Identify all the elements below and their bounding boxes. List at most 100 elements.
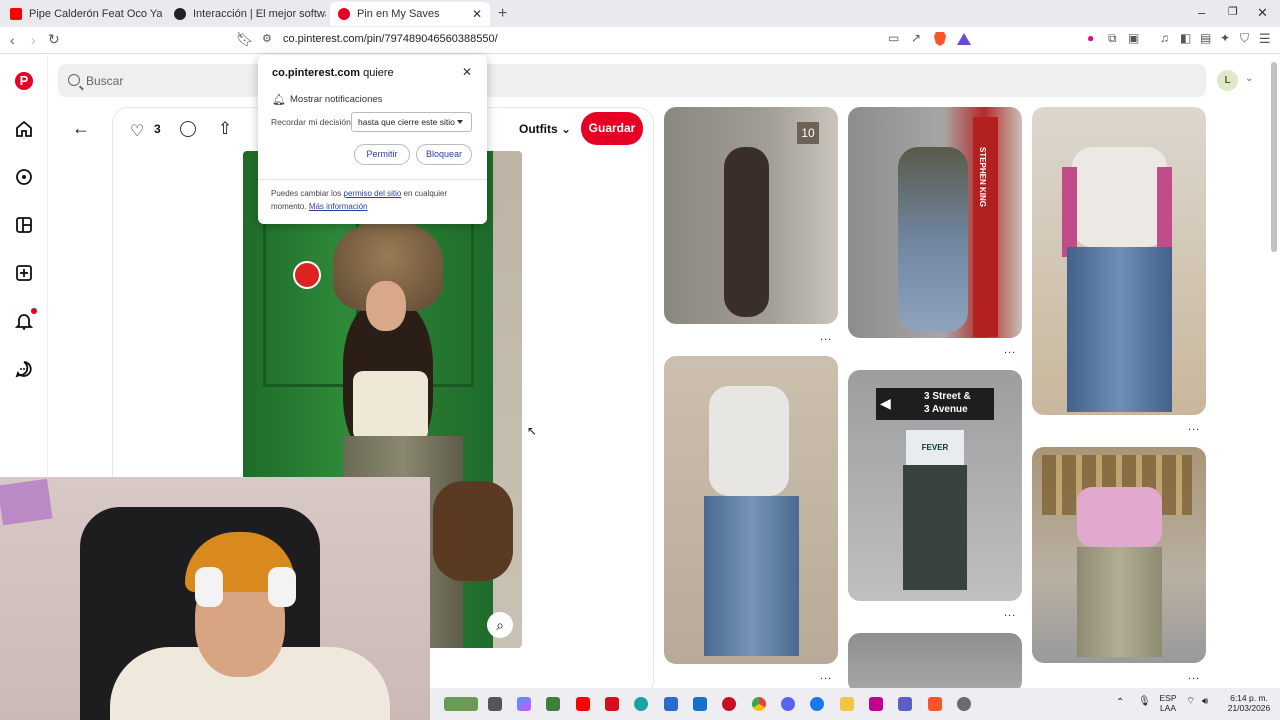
grid-pin[interactable] (848, 633, 1022, 693)
notifications-icon[interactable] (15, 312, 33, 330)
avatar[interactable]: L (1217, 70, 1238, 91)
grid-pin[interactable]: 10 (664, 107, 838, 324)
save-button[interactable]: Guardar (581, 112, 643, 145)
wallet-icon[interactable]: ▣ (1128, 31, 1139, 45)
close-icon[interactable]: ✕ (462, 65, 472, 79)
explore-icon[interactable] (15, 168, 33, 186)
sidebar-icon[interactable]: ◧ (1180, 31, 1191, 45)
close-tab-icon[interactable]: ✕ (472, 7, 482, 21)
home-icon[interactable] (15, 120, 33, 138)
settings-gear-icon[interactable] (957, 697, 971, 711)
board-selector[interactable]: Outfits ⌄ (519, 122, 571, 136)
edge-icon[interactable] (634, 697, 648, 711)
wifi-icon[interactable]: ⌔ (1186, 697, 1195, 707)
baggy-pants (903, 465, 967, 590)
grid-pin[interactable]: 3 Street & 3 Avenue ◀ FEVER (848, 370, 1022, 601)
remember-select[interactable]: hasta que cierre este sitio (351, 112, 472, 132)
pinterest-icon (338, 8, 350, 20)
site-info-icon[interactable]: ⚙ (262, 32, 272, 45)
boards-icon[interactable] (15, 216, 33, 234)
close-window-icon[interactable]: ✕ (1257, 5, 1268, 21)
more-options-icon[interactable]: ... (820, 331, 832, 343)
leo-ai-icon[interactable]: ✦ (1220, 31, 1230, 45)
more-options-icon[interactable]: ... (1188, 670, 1200, 682)
account-chevron-down-icon[interactable]: ⌄ (1245, 73, 1253, 84)
tab-interaccion[interactable]: Interacción | El mejor software p (166, 2, 326, 26)
grid-pin[interactable] (1032, 107, 1206, 415)
baggy-jeans (1067, 247, 1172, 412)
more-options-icon[interactable]: ... (1188, 421, 1200, 433)
netflix-icon[interactable] (605, 697, 619, 711)
forward-icon[interactable]: › (31, 32, 36, 48)
mail-icon[interactable] (693, 697, 707, 711)
graphic-tee (1072, 147, 1167, 247)
reload-icon[interactable]: ↻ (48, 31, 60, 48)
back-icon[interactable]: ‹ (10, 32, 15, 48)
heart-icon[interactable]: ♡ (130, 121, 144, 141)
back-arrow-icon[interactable]: ← (72, 118, 90, 139)
headphones (268, 567, 296, 607)
share-icon[interactable]: ⇧ (218, 119, 232, 139)
grid-pin[interactable] (1032, 447, 1206, 663)
facebook-icon[interactable] (810, 697, 824, 711)
bookmark-icon[interactable]: 🔖︎ (236, 31, 254, 48)
weather-widget-icon[interactable] (444, 697, 478, 711)
allow-button[interactable]: Permitir (354, 144, 410, 165)
youtube-app-icon[interactable] (576, 697, 590, 711)
more-options-icon[interactable]: ... (1004, 607, 1016, 619)
extensions-icon[interactable]: ⧉ (1108, 31, 1117, 46)
extension-color-icon[interactable]: ● (1087, 31, 1094, 45)
tab-pinterest[interactable]: Pin en My Saves ✕ (330, 2, 490, 26)
language-indicator[interactable]: ESP LAA (1158, 693, 1178, 713)
pink-app-icon[interactable] (869, 697, 883, 711)
menu-icon[interactable]: ☰ (1259, 31, 1271, 47)
more-options-icon[interactable]: ... (1004, 344, 1016, 356)
media-icon[interactable]: ♫ (1160, 31, 1169, 45)
brave-app-icon[interactable] (928, 697, 942, 711)
site-permission-link[interactable]: permiso del sitio (344, 189, 402, 198)
pinterest-logo-icon[interactable]: P (15, 72, 33, 90)
url-text[interactable]: co.pinterest.com/pin/797489046560388550/ (283, 33, 498, 45)
face (366, 281, 406, 331)
brave-rewards-icon[interactable] (957, 33, 971, 45)
comment-icon[interactable] (180, 121, 196, 137)
clock-date: 21/03/2026 (1227, 703, 1271, 713)
copilot-icon[interactable] (517, 697, 531, 711)
footer-text: Puedes cambiar los (271, 189, 342, 198)
create-icon[interactable] (15, 264, 33, 282)
door-number: 10 (797, 122, 819, 144)
show-hidden-icons-icon[interactable]: ⌃ (1116, 698, 1124, 708)
tab-youtube[interactable]: Pipe Calderón Feat Oco Yajé - De Re (2, 2, 162, 26)
wallet-card-icon[interactable]: ▤ (1200, 31, 1211, 45)
store-icon[interactable] (546, 697, 560, 711)
more-info-link[interactable]: Más información (309, 202, 368, 211)
search-bar[interactable] (58, 64, 1206, 97)
screen-icon[interactable]: ▭ (888, 31, 899, 45)
file-explorer-icon[interactable] (840, 697, 854, 711)
messages-icon[interactable] (15, 360, 33, 378)
scrollbar[interactable] (1271, 62, 1277, 252)
vpn-shield-icon[interactable]: ⛉ (1240, 31, 1249, 46)
grid-pin[interactable] (664, 356, 838, 664)
opera-icon[interactable] (722, 697, 736, 711)
teams-icon[interactable] (898, 697, 912, 711)
task-view-icon[interactable] (488, 697, 502, 711)
vscode-icon[interactable] (664, 697, 678, 711)
chrome-icon[interactable] (752, 697, 766, 711)
visual-search-icon[interactable]: ⌕ (487, 612, 513, 638)
clock[interactable]: 6:14 p. m. 21/03/2026 (1224, 693, 1274, 713)
discord-icon[interactable] (781, 697, 795, 711)
block-button[interactable]: Bloquear (416, 144, 472, 165)
tab-title: Pipe Calderón Feat Oco Yajé - De Re (29, 8, 162, 20)
tab-title: Pin en My Saves (357, 8, 440, 20)
restore-icon[interactable]: ❐ (1228, 5, 1238, 18)
search-placeholder[interactable]: Buscar (86, 74, 123, 88)
grid-pin[interactable]: STEPHEN KING (848, 107, 1022, 338)
minimize-icon[interactable]: – (1198, 5, 1205, 20)
share-page-icon[interactable]: ↗ (911, 31, 921, 45)
new-tab-icon[interactable]: + (498, 5, 507, 23)
more-options-icon[interactable]: ... (820, 670, 832, 682)
volume-icon[interactable]: 🔊︎ (1202, 697, 1208, 707)
lang-line1: ESP (1159, 693, 1177, 703)
microphone-icon[interactable]: 🎙︎ (1138, 697, 1151, 707)
